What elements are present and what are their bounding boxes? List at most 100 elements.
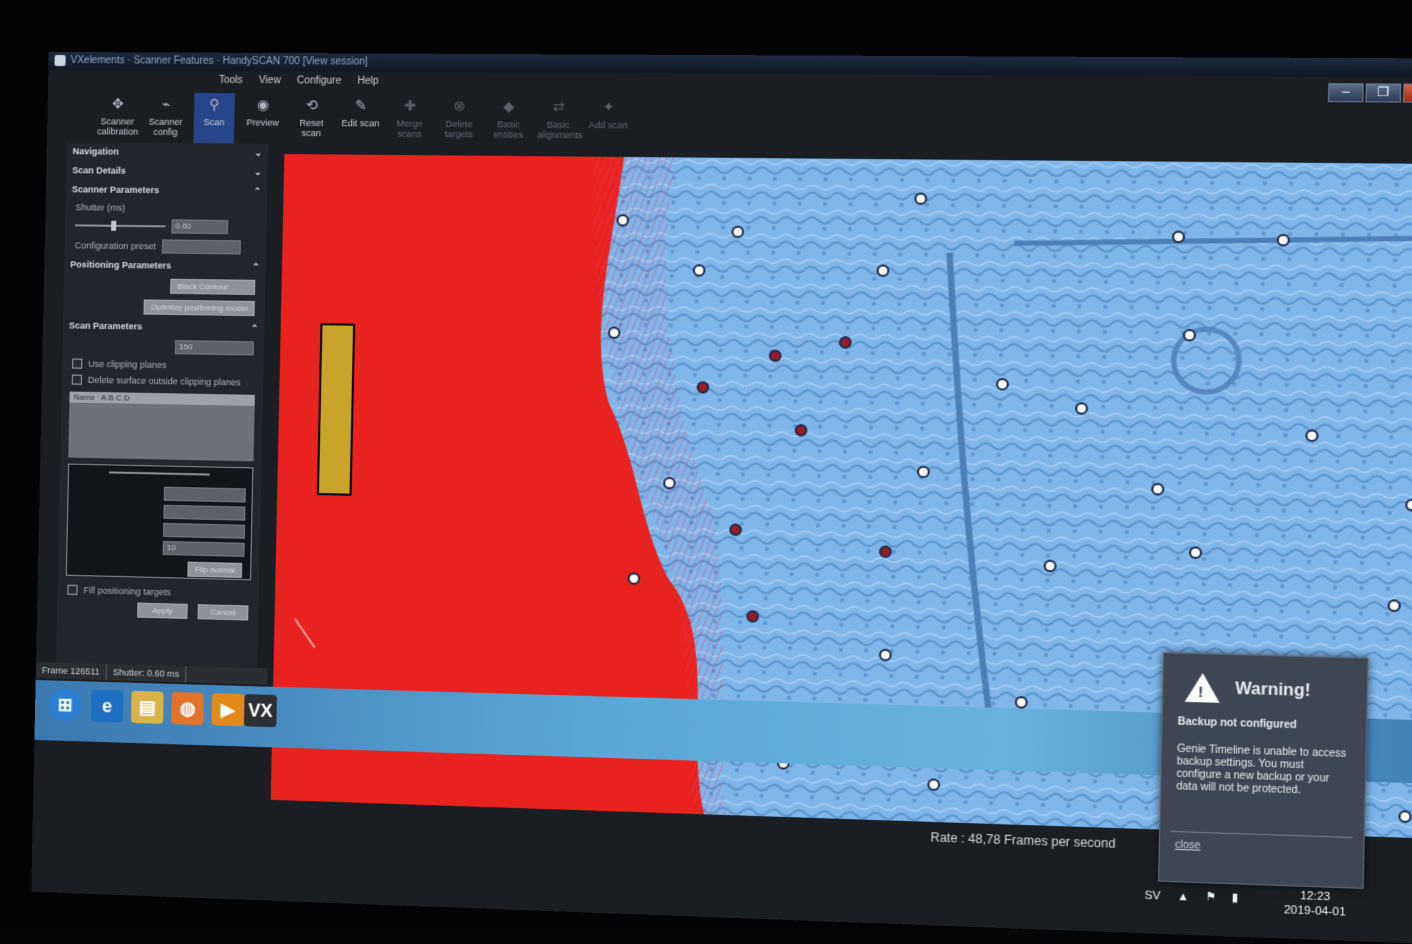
ribbon-button-add-scan[interactable]: ✦ Add scan bbox=[587, 95, 630, 157]
shutter-row: 0.60 bbox=[65, 215, 267, 237]
target-settings-box: 10 Flip normal bbox=[65, 463, 254, 581]
section-scanner-parameters[interactable]: Scanner Parameters ⌃ bbox=[66, 180, 268, 201]
notification-message: Genie Timeline is unable to access backu… bbox=[1176, 743, 1347, 797]
shutter-slider[interactable] bbox=[75, 220, 166, 231]
window-title: VXelements · Scanner Features · HandySCA… bbox=[70, 55, 368, 68]
vxelements-icon[interactable]: VX bbox=[243, 694, 278, 728]
positioning-target-marker bbox=[730, 524, 741, 535]
delete-surface-checkbox[interactable] bbox=[71, 374, 83, 385]
resolution-input[interactable]: 150 bbox=[174, 340, 255, 356]
clock[interactable]: 12:23 2019-04-01 bbox=[1284, 888, 1346, 920]
reset-icon: ⟲ bbox=[305, 96, 318, 113]
ribbon-button-basic-alignments[interactable]: ⇄ Basic alignments bbox=[537, 95, 583, 157]
notification-subtitle: Backup not configured bbox=[1177, 716, 1297, 732]
positioning-target-marker bbox=[796, 425, 807, 435]
merge-icon: ✚ bbox=[403, 97, 417, 114]
frame-rate-readout: Rate : 48,78 Frames per second bbox=[930, 830, 1116, 851]
action-center-flag-icon[interactable]: ⚑ bbox=[1205, 890, 1216, 904]
target-slider[interactable] bbox=[109, 471, 210, 476]
ribbon-button-label: Delete targets bbox=[444, 118, 474, 140]
clipping-planes-list[interactable]: Name A B C D bbox=[68, 391, 255, 462]
media-player-icon[interactable]: ▶ bbox=[211, 693, 245, 727]
section-navigation[interactable]: Navigation ⌄ bbox=[66, 142, 268, 163]
delete-targets-icon: ⊗ bbox=[453, 97, 466, 114]
flip-normal-button[interactable]: Flip normal bbox=[187, 561, 243, 579]
positioning-target-marker bbox=[1190, 547, 1201, 558]
target-field-1[interactable] bbox=[163, 486, 246, 503]
use-clipping-label: Use clipping planes bbox=[88, 358, 167, 371]
optimize-positioning-button[interactable]: Optimize positioning model bbox=[143, 299, 255, 317]
internet-explorer-icon[interactable]: e bbox=[90, 689, 124, 723]
chevron-down-icon: ⌄ bbox=[254, 147, 263, 158]
ribbon-button-reset-scan[interactable]: ⟲ Reset scan bbox=[290, 93, 332, 154]
preset-select[interactable] bbox=[161, 239, 241, 255]
positioning-target-marker bbox=[770, 351, 781, 361]
shutter-input[interactable]: 0.60 bbox=[171, 219, 229, 235]
section-scan-details[interactable]: Scan Details ⌄ bbox=[66, 161, 268, 182]
apply-button[interactable]: Apply bbox=[137, 602, 188, 619]
slider-thumb[interactable] bbox=[111, 220, 117, 231]
positioning-target-marker bbox=[732, 227, 743, 237]
language-indicator[interactable]: SV bbox=[1144, 890, 1160, 903]
ribbon-button-label: Reset scan bbox=[299, 117, 324, 139]
positioning-target-marker bbox=[1406, 500, 1412, 511]
fill-targets-label: Fill positioning targets bbox=[83, 585, 172, 598]
positioning-target-marker bbox=[1045, 561, 1056, 572]
positioning-target-marker bbox=[1016, 697, 1027, 708]
action-row: Apply Cancel bbox=[57, 597, 259, 623]
monitor-bezel: VXelements · Scanner Features · HandySCA… bbox=[0, 0, 1412, 944]
scanner-position-indicator bbox=[318, 324, 354, 495]
list-header: Name A B C D bbox=[69, 391, 255, 406]
ribbon-button-edit-scan[interactable]: ✎ Edit scan bbox=[339, 94, 381, 155]
firefox-icon[interactable]: ◍ bbox=[171, 691, 205, 726]
use-clipping-checkbox[interactable] bbox=[72, 358, 83, 369]
section-label: Scan Parameters bbox=[68, 320, 143, 332]
close-link[interactable]: close bbox=[1175, 839, 1201, 851]
menu-view[interactable]: View bbox=[259, 75, 281, 91]
menu-configure[interactable]: Configure bbox=[297, 75, 341, 91]
menu-tools[interactable]: Tools bbox=[219, 75, 243, 91]
positioning-target-marker bbox=[694, 265, 705, 275]
edit-icon: ✎ bbox=[354, 96, 367, 114]
delete-surface-row: Delete surface outside clipping planes bbox=[62, 371, 264, 391]
positioning-target-marker bbox=[629, 573, 640, 583]
divider bbox=[1170, 830, 1353, 839]
positioning-target-marker bbox=[880, 546, 891, 557]
positioning-target-marker bbox=[698, 382, 709, 392]
fill-targets-checkbox[interactable] bbox=[67, 584, 78, 595]
positioning-target-marker bbox=[928, 779, 939, 790]
positioning-target-marker bbox=[1399, 811, 1410, 822]
section-label: Scan Details bbox=[72, 165, 127, 176]
folder-icon[interactable]: ▤ bbox=[130, 690, 164, 724]
ribbon-button-label: Basic alignments bbox=[537, 119, 583, 141]
target-field-2[interactable] bbox=[163, 504, 246, 521]
name-value: A B C D bbox=[101, 393, 130, 403]
positioning-target-marker bbox=[747, 611, 758, 622]
positioning-mode-row: Black Contour bbox=[64, 274, 266, 298]
ribbon-button-label: Edit scan bbox=[341, 118, 380, 129]
power-icon[interactable]: ▮ bbox=[1232, 891, 1239, 905]
shutter-label: Shutter (ms) bbox=[75, 202, 126, 213]
ribbon-button-basic-entities[interactable]: ◆ Basic entities bbox=[487, 95, 530, 156]
preset-row: Configuration preset bbox=[65, 235, 267, 258]
menu-help[interactable]: Help bbox=[357, 76, 378, 92]
scanner-icon: ⌁ bbox=[161, 95, 171, 112]
ribbon-button-delete-targets[interactable]: ⊗ Delete targets bbox=[438, 94, 480, 155]
entities-icon: ◆ bbox=[503, 97, 515, 115]
system-tray: SV ▲ ⚑ ▮ 12:23 2019-04-01 bbox=[1144, 881, 1408, 932]
start-orb-icon[interactable]: ⊞ bbox=[48, 688, 82, 722]
preview-icon: ◉ bbox=[256, 96, 270, 113]
ribbon-button-label: Preview bbox=[246, 117, 280, 128]
menu-bar: Tools View Configure Help bbox=[219, 75, 379, 92]
target-field-3[interactable] bbox=[162, 522, 246, 539]
cancel-button[interactable]: Cancel bbox=[197, 604, 249, 621]
ribbon-button-merge-scans[interactable]: ✚ Merge scans bbox=[388, 94, 430, 155]
positioning-target-marker bbox=[1152, 484, 1163, 495]
scan-icon: ⚲ bbox=[209, 95, 220, 113]
tray-expand-icon[interactable]: ▲ bbox=[1177, 891, 1189, 904]
chevron-up-icon: ⌃ bbox=[250, 323, 259, 334]
ribbon-button-label: Scanner calibration bbox=[97, 116, 139, 137]
target-field-4[interactable]: 10 bbox=[162, 540, 245, 557]
optimize-row: Optimize positioning model bbox=[63, 295, 265, 319]
positioning-mode-select[interactable]: Black Contour bbox=[170, 278, 256, 295]
